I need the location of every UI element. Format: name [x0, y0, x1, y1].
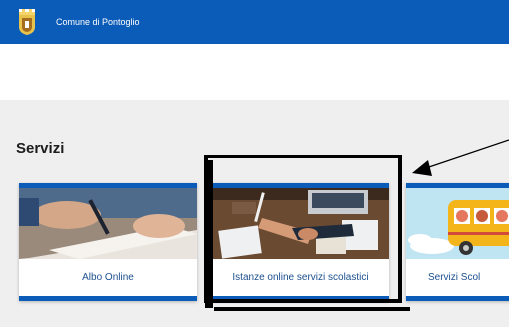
highlight-bottom-stroke [214, 307, 410, 311]
section-title: Servizi [16, 140, 65, 157]
highlight-rectangle [204, 155, 402, 303]
signing-document-photo[interactable] [19, 188, 197, 259]
service-card-servizi-scolastici[interactable]: Servizi Scol [406, 183, 509, 301]
card-bottom-border [19, 296, 197, 301]
top-header-bar: Comune di Pontoglio [0, 0, 509, 44]
service-card-albo-online[interactable]: Albo Online [19, 183, 197, 301]
card-label[interactable]: Albo Online [19, 259, 197, 296]
card-label[interactable]: Servizi Scol [406, 259, 509, 296]
header-white-band [0, 44, 509, 100]
school-bus-children-photo[interactable] [406, 188, 509, 259]
highlight-left-stroke [205, 160, 213, 308]
card-bottom-border [406, 296, 509, 301]
coat-of-arms-icon[interactable] [18, 9, 36, 35]
site-name-link[interactable]: Comune di Pontoglio [56, 0, 140, 44]
